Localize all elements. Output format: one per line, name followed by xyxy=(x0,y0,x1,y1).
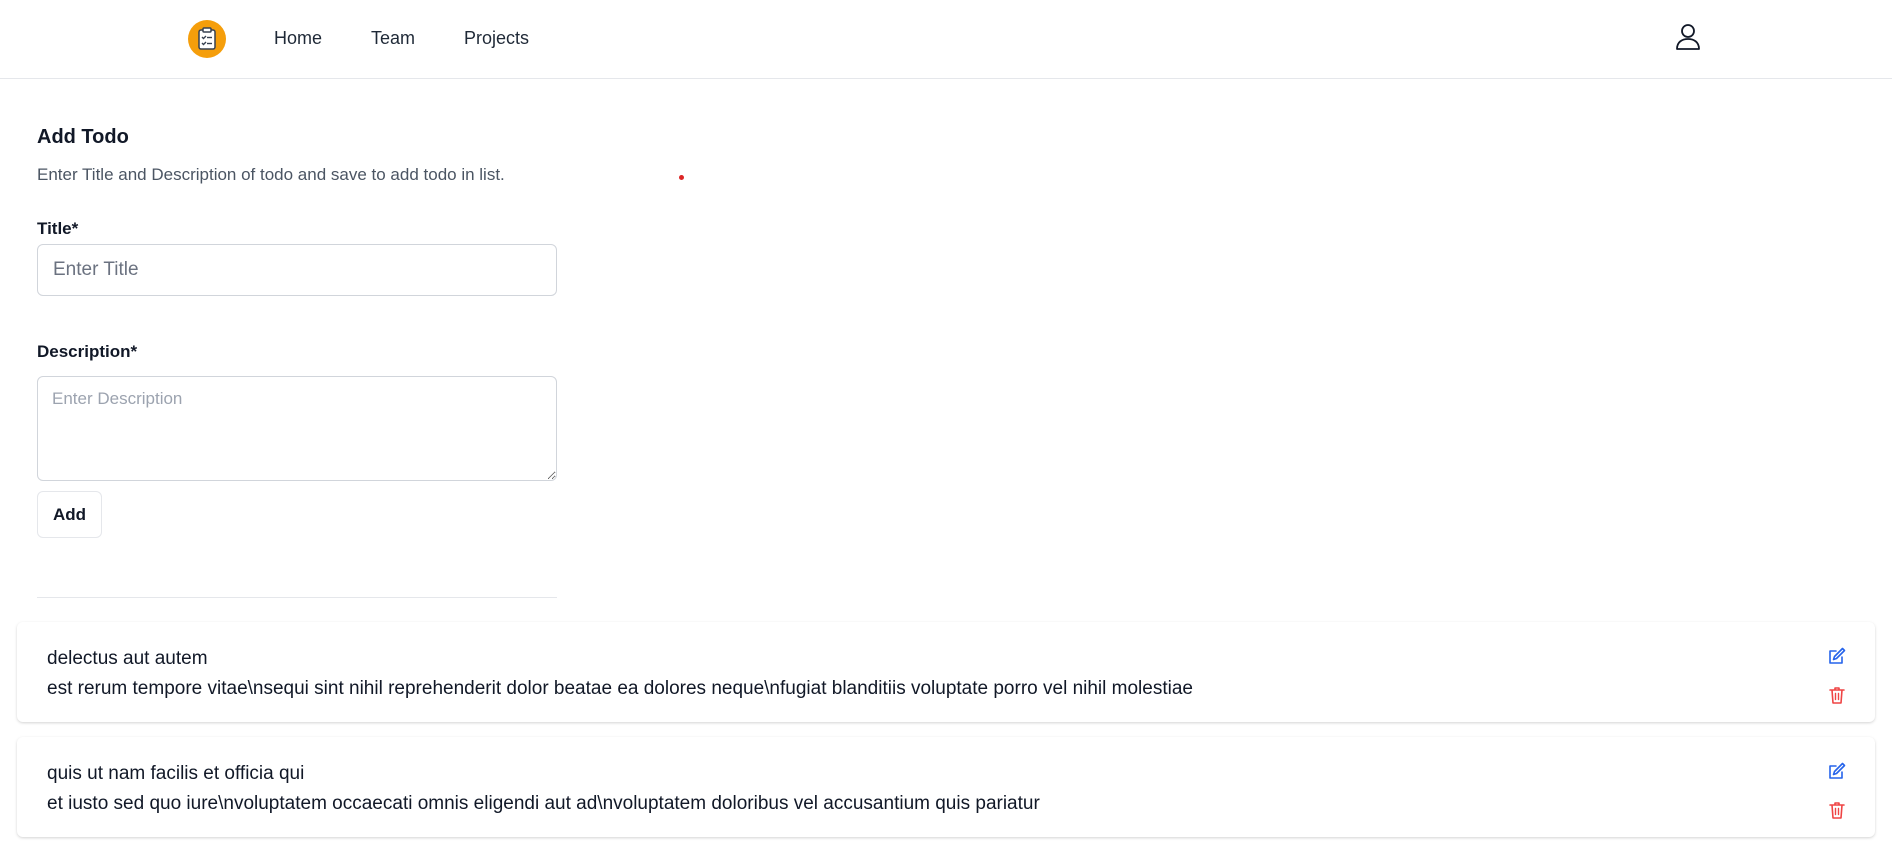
marker-dot xyxy=(679,175,684,180)
todo-card: delectus aut autem est rerum tempore vit… xyxy=(17,622,1875,722)
todo-card: quis ut nam facilis et officia qui et iu… xyxy=(17,737,1875,837)
clipboard-checklist-icon xyxy=(198,27,216,50)
add-button[interactable]: Add xyxy=(37,491,102,538)
edit-icon[interactable] xyxy=(1827,761,1847,781)
todo-title: delectus aut autem xyxy=(47,648,208,669)
todo-title: quis ut nam facilis et officia qui xyxy=(47,763,305,784)
divider xyxy=(37,597,557,598)
description-input[interactable] xyxy=(37,376,557,481)
top-navbar: Home Team Projects xyxy=(0,0,1892,79)
title-input[interactable] xyxy=(37,244,557,296)
todo-description: et iusto sed quo iure\nvoluptatem occaec… xyxy=(47,793,1040,814)
nav-link-home[interactable]: Home xyxy=(274,28,322,49)
trash-icon[interactable] xyxy=(1827,800,1847,820)
form-description: Enter Title and Description of todo and … xyxy=(37,165,505,184)
edit-icon[interactable] xyxy=(1827,646,1847,666)
app-logo[interactable] xyxy=(188,20,226,58)
nav-link-projects[interactable]: Projects xyxy=(464,28,529,49)
todo-description: est rerum tempore vitae\nsequi sint nihi… xyxy=(47,678,1193,699)
description-label: Description* xyxy=(37,342,138,361)
user-icon[interactable] xyxy=(1673,22,1703,52)
trash-icon[interactable] xyxy=(1827,685,1847,705)
form-title: Add Todo xyxy=(37,126,129,148)
nav-link-team[interactable]: Team xyxy=(371,28,415,49)
title-label: Title* xyxy=(37,219,79,238)
